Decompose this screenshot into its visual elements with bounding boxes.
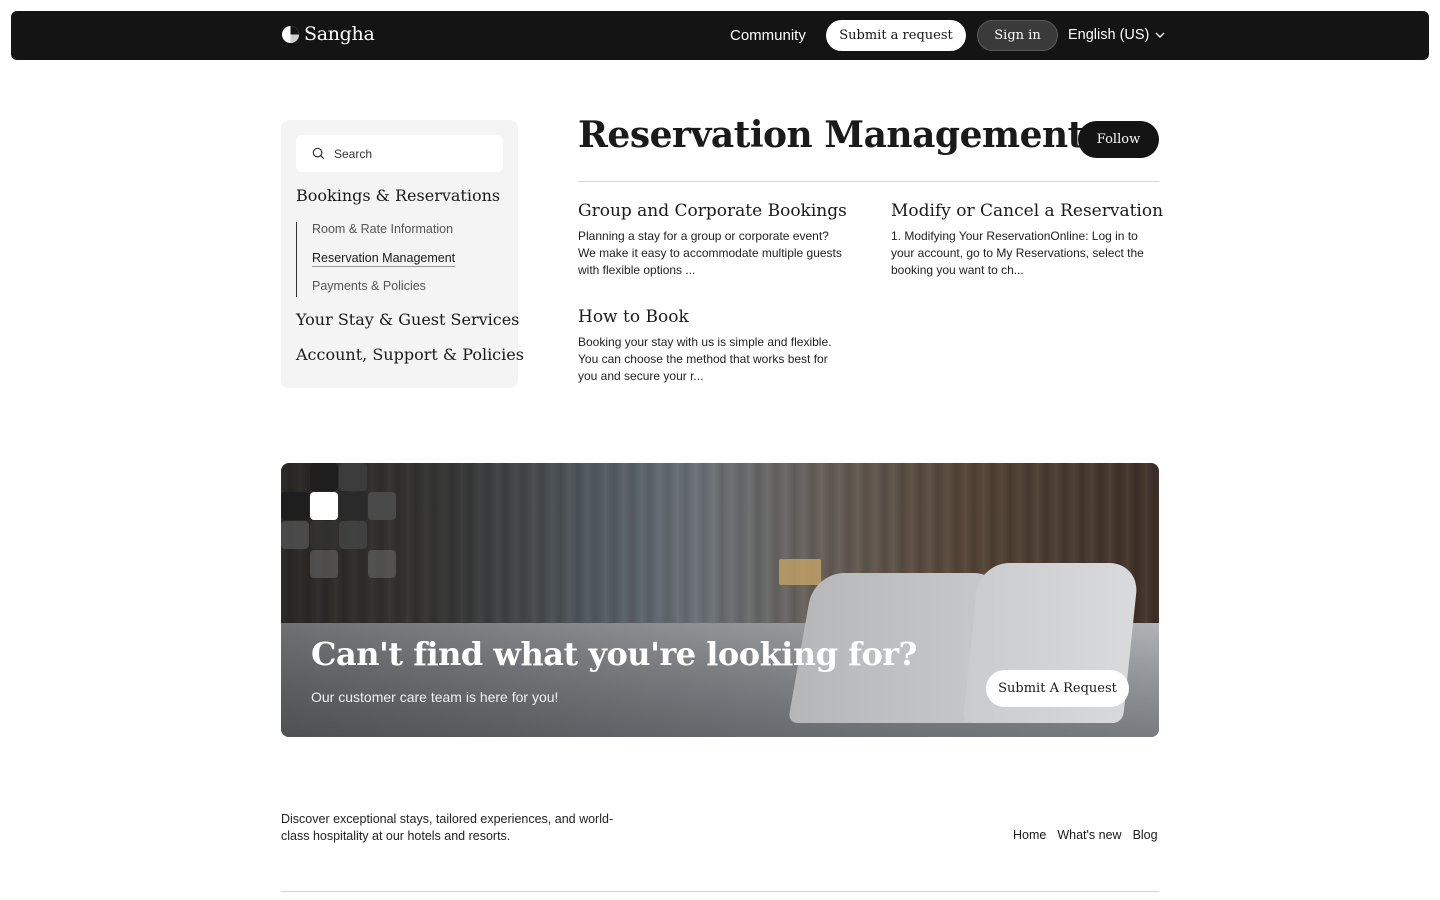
submit-request-button[interactable]: Submit a request (826, 20, 966, 51)
sidebar-item-payments-policies[interactable]: Payments & Policies (312, 279, 426, 293)
help-banner: Can't find what you're looking for? Our … (281, 463, 1159, 737)
banner-title: Can't find what you're looking for? (311, 635, 917, 673)
footer-link-home[interactable]: Home (1013, 828, 1046, 842)
article-card: Group and Corporate Bookings Planning a … (578, 201, 848, 279)
sidebar-category-your-stay[interactable]: Your Stay & Guest Services (296, 310, 519, 329)
article-title-link[interactable]: How to Book (578, 307, 848, 327)
language-label: English (US) (1068, 27, 1150, 43)
search-icon (312, 147, 325, 160)
sign-in-button[interactable]: Sign in (977, 20, 1058, 51)
follow-button[interactable]: Follow (1078, 121, 1159, 158)
sidebar-category-bookings[interactable]: Bookings & Reservations (296, 186, 500, 205)
top-navigation-bar: Sangha Community Submit a request Sign i… (11, 11, 1429, 60)
article-card: Modify or Cancel a Reservation 1. Modify… (891, 201, 1163, 279)
search-box[interactable] (296, 135, 503, 172)
article-title-link[interactable]: Group and Corporate Bookings (578, 201, 848, 221)
title-divider (578, 181, 1159, 182)
decorative-tile-pattern-icon (281, 463, 396, 578)
sidebar-item-room-rate[interactable]: Room & Rate Information (312, 222, 453, 236)
category-sidebar: Bookings & Reservations Room & Rate Info… (281, 120, 524, 388)
article-title-link[interactable]: Modify or Cancel a Reservation (891, 201, 1163, 221)
article-excerpt: Booking your stay with us is simple and … (578, 335, 832, 383)
sangha-logo-icon (281, 25, 300, 43)
submit-a-request-button[interactable]: Submit A Request (986, 670, 1129, 707)
article-excerpt: Planning a stay for a group or corporate… (578, 229, 842, 277)
footer-tagline: Discover exceptional stays, tailored exp… (281, 812, 614, 843)
article-card: How to Book Booking your stay with us is… (578, 307, 848, 385)
banner-subtitle: Our customer care team is here for you! (311, 689, 559, 705)
sidebar-item-reservation-management[interactable]: Reservation Management (312, 251, 456, 267)
search-input[interactable] (334, 146, 484, 161)
footer-link-blog[interactable]: Blog (1133, 828, 1158, 842)
footer-divider (281, 891, 1159, 892)
sidebar-subnav: Room & Rate Information Reservation Mana… (296, 222, 456, 297)
sidebar-category-account-support[interactable]: Account, Support & Policies (296, 345, 524, 364)
nav-link-community[interactable]: Community (730, 27, 806, 44)
footer-link-whats-new[interactable]: What's new (1057, 828, 1121, 842)
footer-nav: Home What's new Blog (1013, 828, 1158, 842)
article-excerpt: 1. Modifying Your ReservationOnline: Log… (891, 229, 1144, 277)
language-selector[interactable]: English (US) (1068, 27, 1165, 43)
brand-logo-link[interactable]: Sangha (281, 23, 375, 45)
page-title: Reservation Management (578, 114, 1084, 156)
brand-name: Sangha (304, 23, 375, 45)
chevron-down-icon (1155, 32, 1165, 38)
